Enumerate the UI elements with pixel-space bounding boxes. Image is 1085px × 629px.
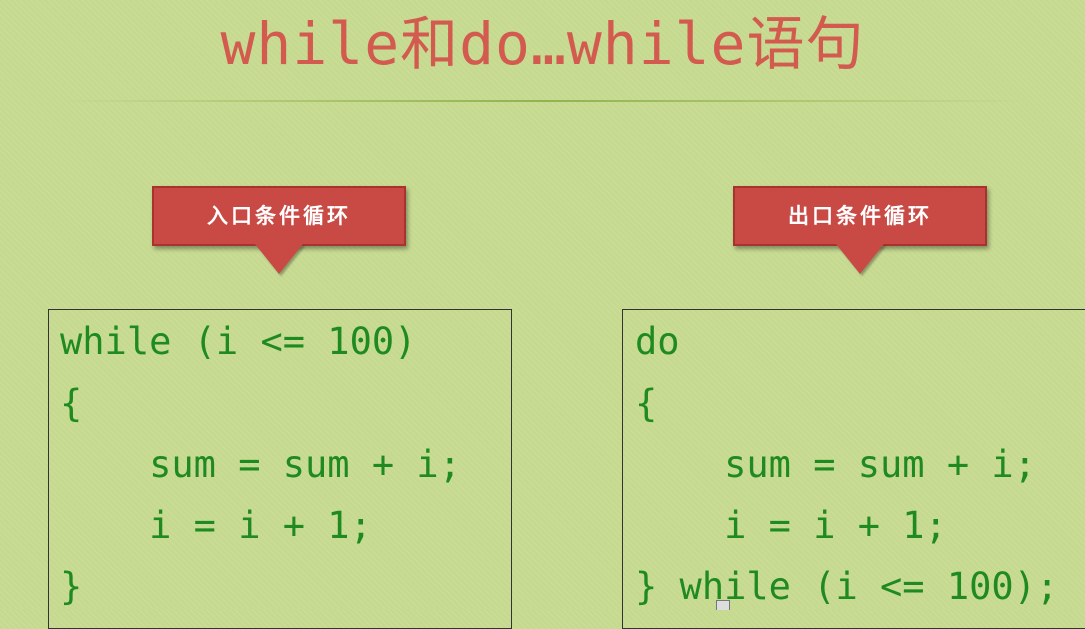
exit-condition-label: 出口条件循环 — [733, 186, 987, 246]
code-line: while (i <= 100) — [60, 320, 417, 363]
code-line: sum = sum + i; — [635, 443, 1036, 486]
entry-condition-label: 入口条件循环 — [152, 186, 406, 246]
code-line: i = i + 1; — [635, 504, 947, 547]
code-line: do — [635, 320, 680, 363]
entry-condition-callout: 入口条件循环 — [152, 186, 406, 274]
exit-condition-callout: 出口条件循环 — [733, 186, 987, 274]
title-divider — [60, 100, 1025, 102]
down-arrow-icon — [836, 244, 884, 274]
code-line: } while (i <= 100); — [635, 565, 1059, 608]
code-line: sum = sum + i; — [60, 443, 461, 486]
down-arrow-icon — [255, 244, 303, 274]
code-line: { — [60, 382, 83, 425]
code-line: i = i + 1; — [60, 504, 372, 547]
code-line: { — [635, 382, 658, 425]
code-line: } — [60, 565, 83, 608]
slide-title: while和do…while语句 — [220, 10, 865, 78]
